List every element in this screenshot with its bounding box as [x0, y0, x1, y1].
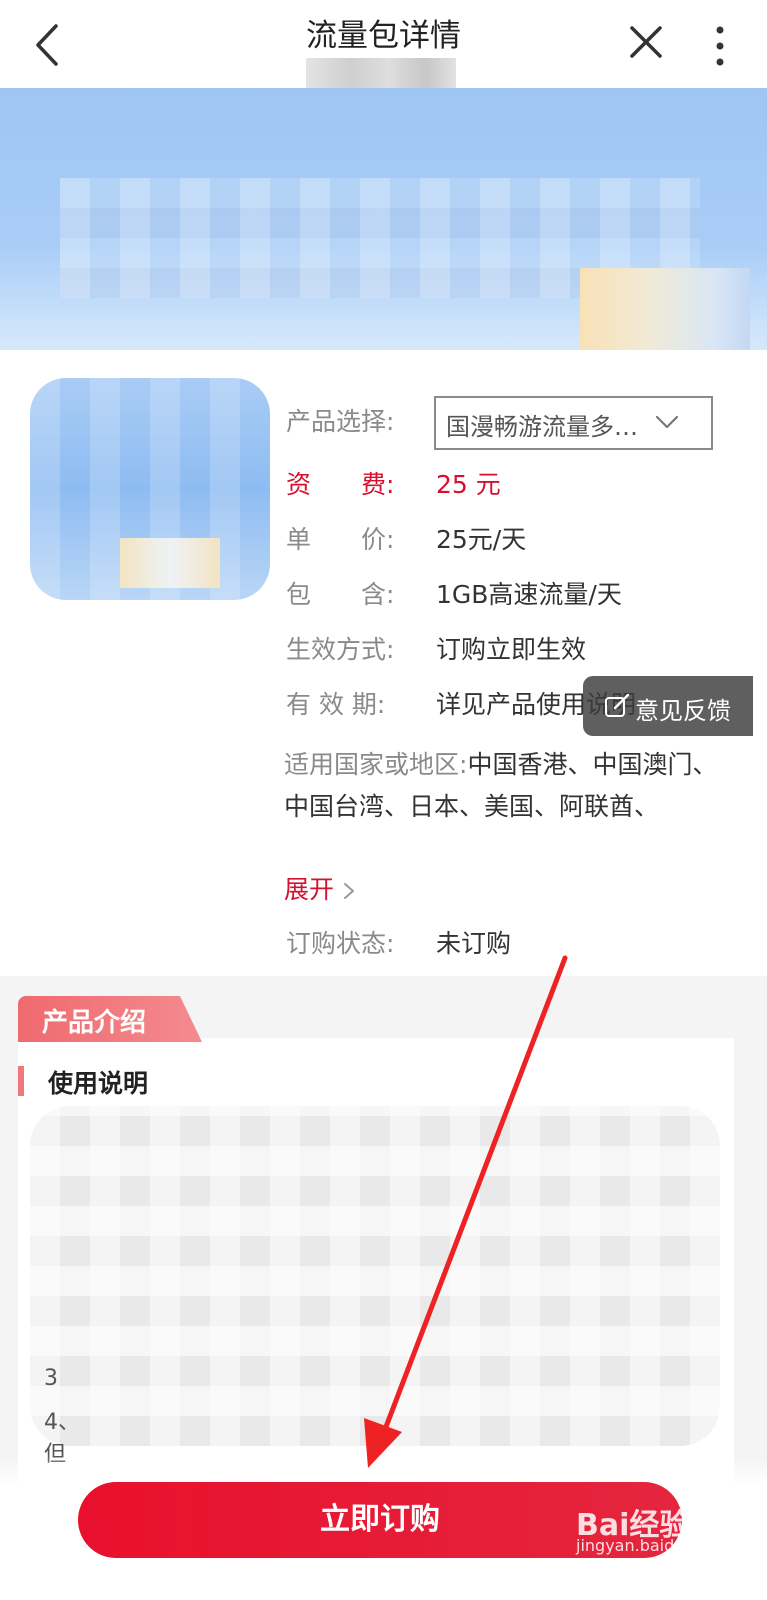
- activation-value: 订购立即生效: [436, 635, 587, 664]
- product-select-value: 国漫畅游流量多…: [446, 413, 638, 441]
- usage-title: 使用说明: [48, 1069, 149, 1098]
- chevron-down-icon: [655, 415, 679, 429]
- expand-label: 展开: [284, 875, 335, 904]
- expand-link[interactable]: 展开: [284, 870, 356, 906]
- edit-note-icon: [605, 693, 630, 717]
- watermark-url: jingyan.baidu.com: [576, 1536, 724, 1555]
- unit-price-value: 25元/天: [436, 525, 527, 554]
- fee-label: 资 费:: [286, 470, 395, 499]
- more-options-icon[interactable]: [708, 24, 732, 68]
- blurred-banner-graphic: [580, 268, 750, 350]
- promo-banner: [0, 88, 767, 350]
- close-icon[interactable]: [626, 22, 666, 62]
- blurred-subtitle: [306, 58, 456, 88]
- status-label: 订购状态:: [286, 929, 395, 958]
- list-number: 4、: [44, 1410, 80, 1435]
- region-label: 适用国家或地区:: [284, 750, 468, 779]
- region-row: 适用国家或地区:中国香港、中国澳门、中国台湾、日本、美国、阿联酋、: [284, 744, 734, 828]
- activation-row: 生效方式: 订购立即生效: [286, 633, 586, 667]
- product-intro-tab-label: 产品介绍: [42, 1008, 147, 1038]
- product-select-dropdown[interactable]: 国漫畅游流量多…: [434, 396, 713, 450]
- includes-label: 包 含:: [286, 580, 395, 609]
- product-thumbnail: [30, 378, 270, 600]
- product-select-row: 产品选择:: [286, 405, 436, 439]
- top-nav-bar: 流量包详情: [0, 0, 767, 88]
- fee-row: 资 费: 25 元: [286, 468, 501, 502]
- blurred-usage-content: [30, 1106, 720, 1446]
- fee-value: 25 元: [436, 470, 501, 499]
- product-select-label: 产品选择:: [286, 407, 395, 436]
- baidu-jingyan-watermark: Bai经验 jingyan.baidu.com: [576, 1500, 736, 1560]
- feedback-button[interactable]: 意见反馈: [583, 676, 753, 736]
- chevron-right-icon: [343, 883, 354, 899]
- feedback-label: 意见反馈: [635, 697, 731, 725]
- includes-row: 包 含: 1GB高速流量/天: [286, 578, 622, 612]
- validity-label: 有 效 期:: [286, 690, 386, 719]
- section-marker: [18, 1066, 24, 1096]
- list-number: 3: [44, 1366, 58, 1391]
- activation-label: 生效方式:: [286, 635, 395, 664]
- unit-price-row: 单 价: 25元/天: [286, 523, 526, 557]
- status-row: 订购状态: 未订购: [286, 927, 511, 961]
- status-value: 未订购: [436, 929, 512, 958]
- thumbnail-detail: [120, 538, 220, 588]
- includes-value: 1GB高速流量/天: [436, 580, 622, 609]
- unit-price-label: 单 价:: [286, 525, 395, 554]
